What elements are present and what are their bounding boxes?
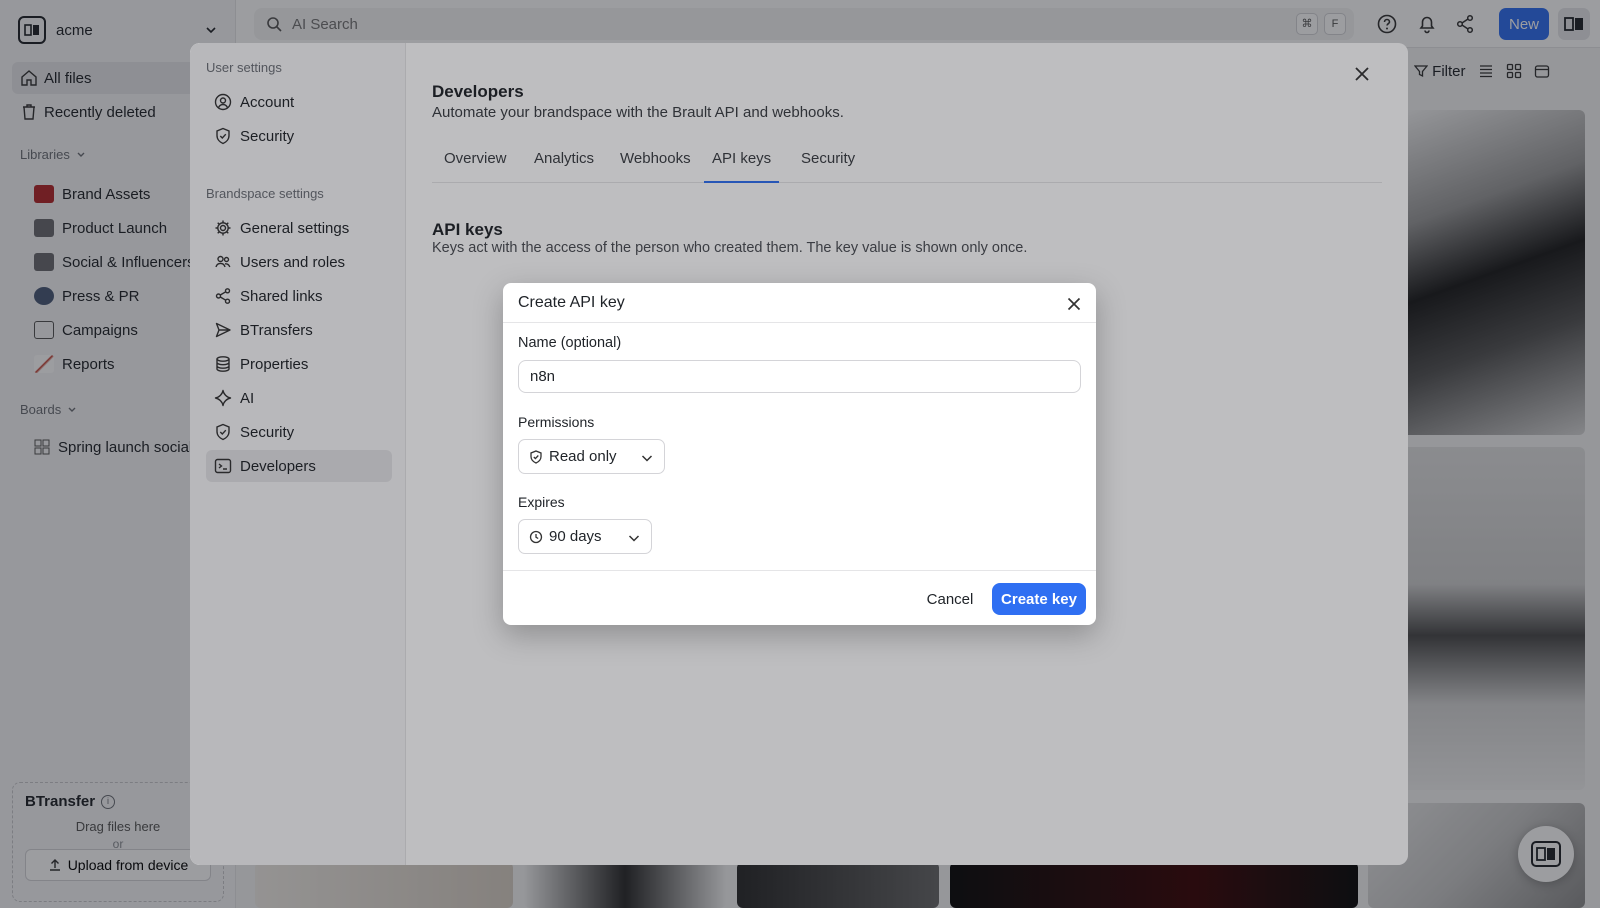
permissions-select[interactable]: Read only — [518, 439, 665, 474]
name-label: Name (optional) — [518, 335, 622, 351]
chevron-down-icon — [628, 535, 640, 542]
create-key-button[interactable]: Create key — [992, 583, 1086, 615]
expires-value: 90 days — [549, 528, 602, 545]
cancel-button[interactable]: Cancel — [920, 584, 980, 614]
shield-check-icon — [530, 449, 542, 464]
chevron-down-icon — [641, 455, 653, 462]
clock-icon — [529, 530, 543, 543]
close-icon — [1067, 297, 1081, 311]
dialog-footer: Cancel Create key — [503, 570, 1096, 625]
dialog-close-button[interactable] — [1063, 293, 1085, 315]
create-api-key-dialog: Create API key Name (optional) Permissio… — [503, 283, 1096, 625]
dialog-title: Create API key — [518, 294, 625, 311]
dialog-header: Create API key — [503, 283, 1096, 323]
permissions-value: Read only — [549, 448, 617, 465]
expires-select[interactable]: 90 days — [518, 519, 652, 554]
expires-label: Expires — [518, 494, 565, 510]
permissions-label: Permissions — [518, 414, 595, 430]
api-key-name-input[interactable] — [518, 360, 1081, 393]
